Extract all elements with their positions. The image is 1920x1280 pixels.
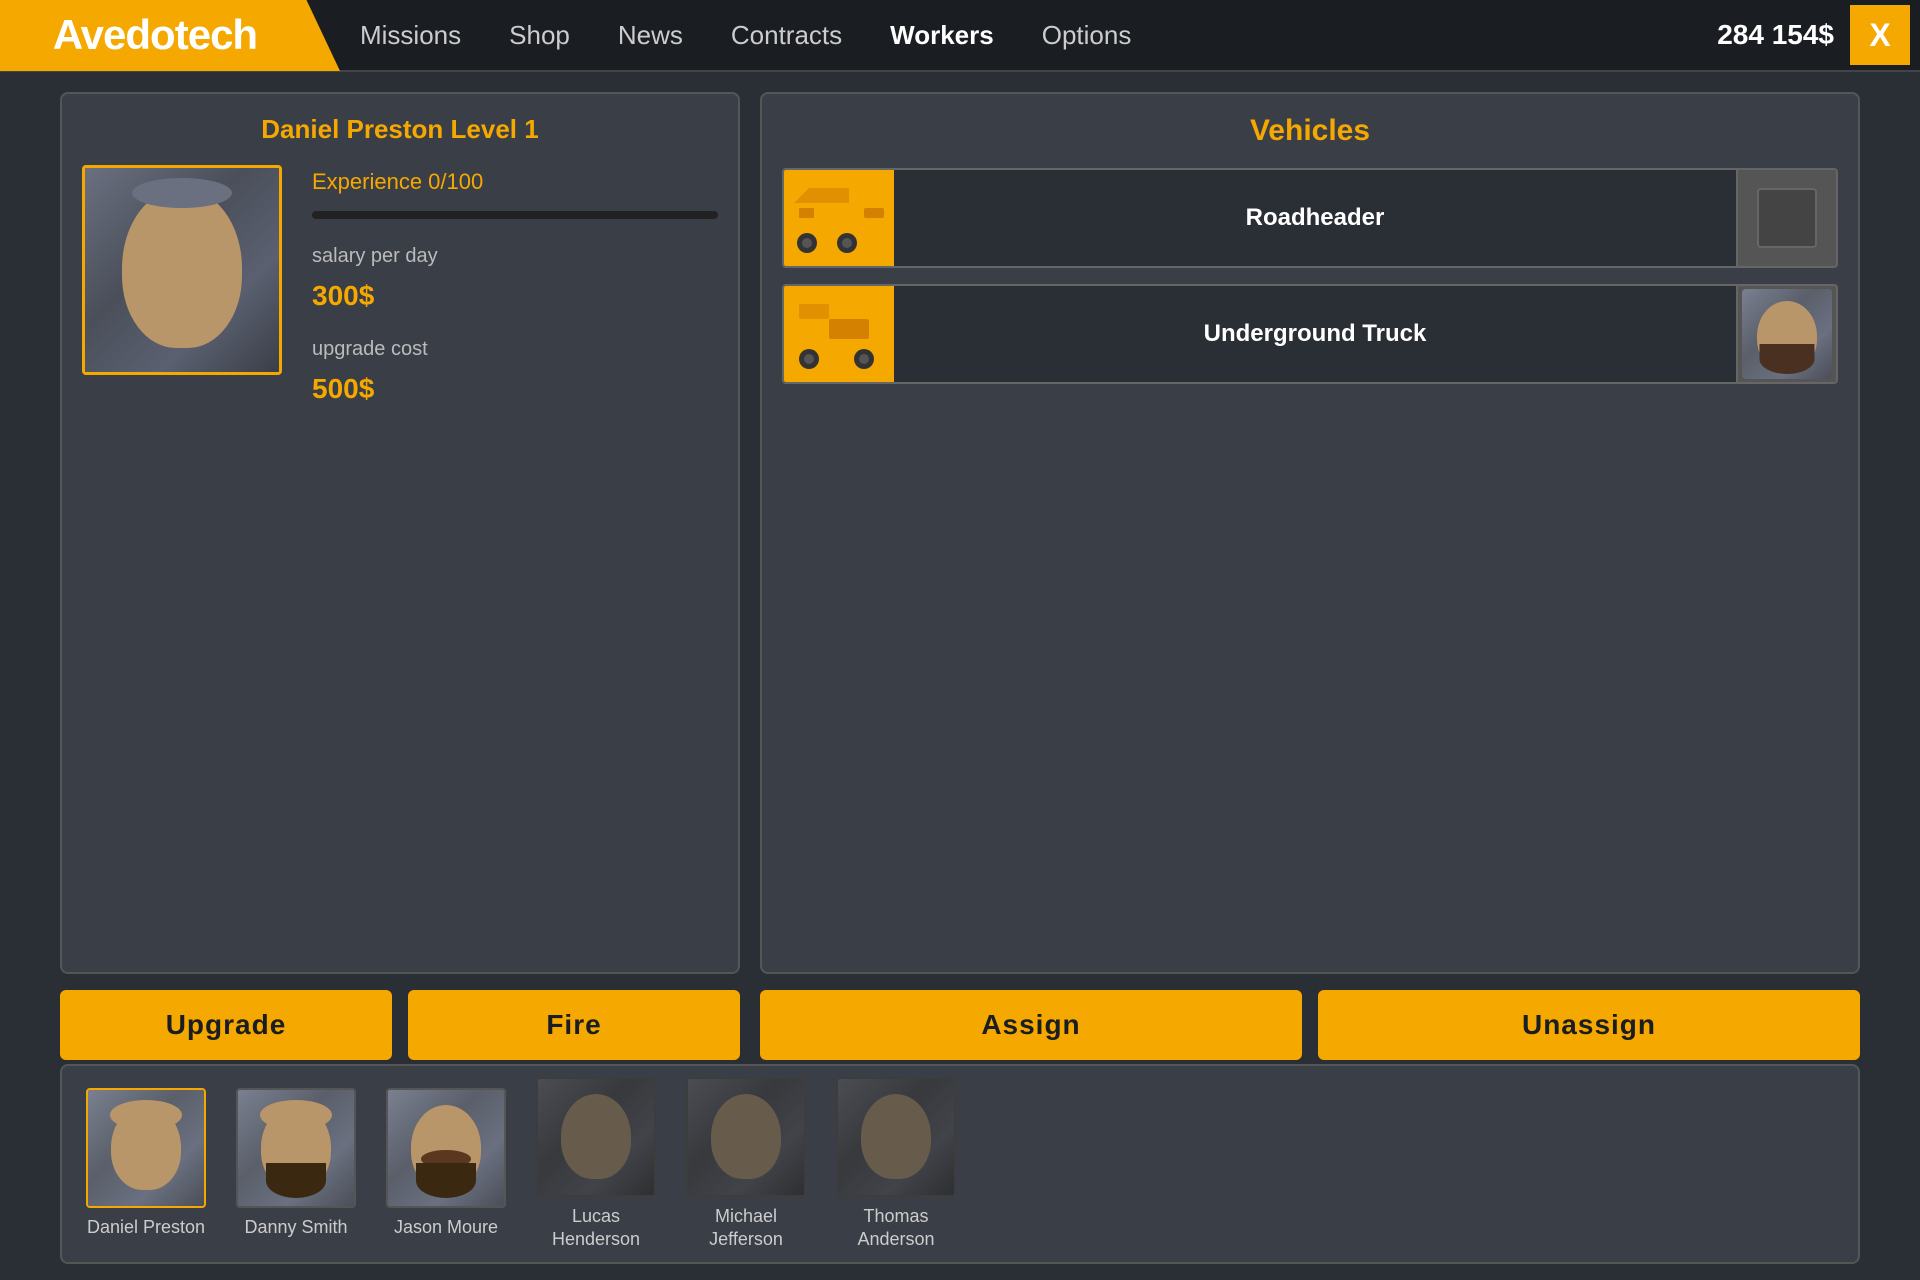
nav-news[interactable]: News bbox=[618, 20, 683, 51]
worker-info: Experience 0/100 salary per day 300$ upg… bbox=[82, 165, 718, 405]
worker-portrait bbox=[82, 165, 282, 375]
salary-value: 300$ bbox=[312, 280, 718, 312]
portrait-bg bbox=[85, 168, 279, 372]
truck-slot bbox=[1736, 284, 1836, 384]
jason-name: Jason Moure bbox=[394, 1216, 498, 1239]
vehicle-roadheader[interactable]: Roadheader bbox=[782, 168, 1838, 268]
upgrade-button[interactable]: Upgrade bbox=[60, 990, 392, 1060]
thomas-face bbox=[838, 1079, 954, 1195]
nav-missions[interactable]: Missions bbox=[360, 20, 461, 51]
right-panel: Vehicles Roadheader bbox=[760, 92, 1860, 1060]
assigned-worker-face bbox=[1742, 289, 1832, 379]
fire-button[interactable]: Fire bbox=[408, 990, 740, 1060]
truck-name: Underground Truck bbox=[894, 320, 1736, 348]
danny-bald bbox=[260, 1100, 332, 1130]
left-panel: Daniel Preston Level 1 Experience 0/100 … bbox=[60, 92, 740, 1060]
worker-thumb-michael[interactable]: Michael Jefferson bbox=[686, 1077, 806, 1252]
vehicles-card: Vehicles Roadheader bbox=[760, 92, 1860, 974]
michael-head bbox=[711, 1094, 781, 1179]
logo: Avedotech bbox=[0, 0, 340, 71]
nav-links: Missions Shop News Contracts Workers Opt… bbox=[360, 20, 1717, 51]
upgrade-cost-value: 500$ bbox=[312, 373, 718, 405]
truck-icon bbox=[789, 294, 889, 374]
face-shape bbox=[122, 188, 242, 348]
upgrade-cost-label: upgrade cost bbox=[312, 338, 718, 361]
jason-portrait bbox=[386, 1088, 506, 1208]
vehicles-title: Vehicles bbox=[782, 114, 1838, 148]
daniel-name: Daniel Preston bbox=[87, 1216, 205, 1239]
jason-beard bbox=[416, 1163, 476, 1198]
salary-label: salary per day bbox=[312, 245, 718, 268]
filled-slot bbox=[1742, 289, 1832, 379]
exp-bar-container bbox=[312, 211, 718, 219]
worker-thumb-jason[interactable]: Jason Moure bbox=[386, 1088, 506, 1239]
michael-face bbox=[688, 1079, 804, 1195]
roadheader-name: Roadheader bbox=[894, 204, 1736, 232]
lucas-portrait bbox=[536, 1077, 656, 1197]
nav-shop[interactable]: Shop bbox=[509, 20, 570, 51]
nav-options[interactable]: Options bbox=[1042, 20, 1132, 51]
assign-button[interactable]: Assign bbox=[760, 990, 1302, 1060]
lucas-face bbox=[538, 1079, 654, 1195]
unassign-button[interactable]: Unassign bbox=[1318, 990, 1860, 1060]
truck-thumb bbox=[784, 284, 894, 384]
vehicle-underground-truck[interactable]: Underground Truck bbox=[782, 284, 1838, 384]
michael-portrait bbox=[686, 1077, 806, 1197]
nav-workers[interactable]: Workers bbox=[890, 20, 994, 51]
balance-display: 284 154$ bbox=[1717, 19, 1834, 51]
close-button[interactable]: X bbox=[1850, 5, 1910, 65]
roadheader-slot bbox=[1736, 168, 1836, 268]
worker-detail-card: Daniel Preston Level 1 Experience 0/100 … bbox=[60, 92, 740, 974]
worker-stats: Experience 0/100 salary per day 300$ upg… bbox=[312, 165, 718, 405]
worker-thumb-thomas[interactable]: Thomas Anderson bbox=[836, 1077, 956, 1252]
nav-contracts[interactable]: Contracts bbox=[731, 20, 842, 51]
danny-name: Danny Smith bbox=[244, 1216, 347, 1239]
main-content: Daniel Preston Level 1 Experience 0/100 … bbox=[0, 72, 1920, 1080]
mini-beard bbox=[1760, 344, 1815, 374]
danny-face bbox=[238, 1090, 354, 1206]
daniel-face bbox=[88, 1090, 204, 1206]
danny-beard bbox=[266, 1163, 326, 1198]
empty-slot bbox=[1757, 188, 1817, 248]
roadheader-icon bbox=[789, 178, 889, 258]
worker-thumb-danny[interactable]: Danny Smith bbox=[236, 1088, 356, 1239]
worker-thumb-lucas[interactable]: Lucas Henderson bbox=[536, 1077, 656, 1252]
exp-label: Experience 0/100 bbox=[312, 169, 718, 195]
thomas-head bbox=[861, 1094, 931, 1179]
topnav: Avedotech Missions Shop News Contracts W… bbox=[0, 0, 1920, 72]
logo-text: Avedotech bbox=[53, 11, 257, 59]
lucas-name: Lucas Henderson bbox=[552, 1205, 640, 1252]
daniel-portrait bbox=[86, 1088, 206, 1208]
thomas-name: Thomas Anderson bbox=[857, 1205, 934, 1252]
action-buttons-left: Upgrade Fire bbox=[60, 990, 740, 1060]
lucas-head bbox=[561, 1094, 631, 1179]
jason-face bbox=[388, 1090, 504, 1206]
danny-portrait bbox=[236, 1088, 356, 1208]
worker-thumb-daniel[interactable]: Daniel Preston bbox=[86, 1088, 206, 1239]
daniel-bald bbox=[110, 1100, 182, 1130]
roadheader-thumb bbox=[784, 168, 894, 268]
worker-title: Daniel Preston Level 1 bbox=[82, 114, 718, 145]
action-buttons-right: Assign Unassign bbox=[760, 990, 1860, 1060]
michael-name: Michael Jefferson bbox=[709, 1205, 783, 1252]
thomas-portrait bbox=[836, 1077, 956, 1197]
workers-row: Daniel Preston Danny Smith bbox=[60, 1064, 1860, 1264]
